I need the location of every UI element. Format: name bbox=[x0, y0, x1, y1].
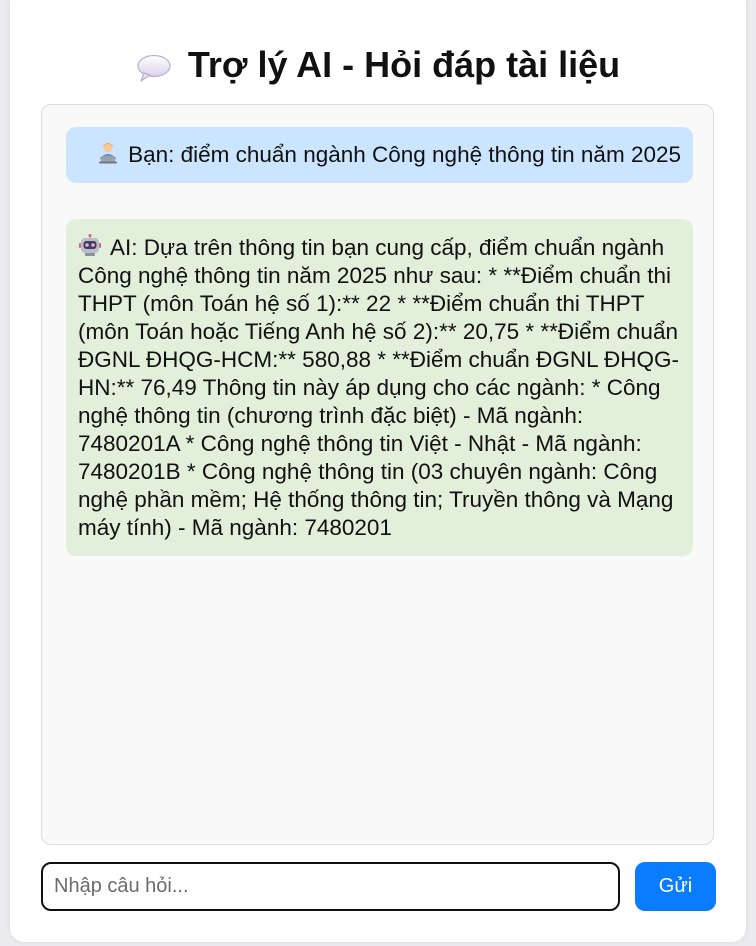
page-title-row: Trợ lý AI - Hỏi đáp tài liệu bbox=[0, 44, 756, 86]
send-button[interactable]: Gửi bbox=[635, 862, 716, 911]
person-laptop-icon bbox=[96, 141, 120, 165]
user-message: Bạn: điểm chuẩn ngành Công nghệ thông ti… bbox=[66, 127, 693, 183]
ai-message-text: AI: Dựa trên thông tin bạn cung cấp, điể… bbox=[78, 235, 679, 540]
user-message-text: Bạn: điểm chuẩn ngành Công nghệ thông ti… bbox=[128, 142, 681, 167]
robot-icon bbox=[78, 234, 102, 258]
page-title: Trợ lý AI - Hỏi đáp tài liệu bbox=[187, 44, 621, 85]
speech-bubble-icon bbox=[136, 50, 172, 82]
chat-history[interactable]: Bạn: điểm chuẩn ngành Công nghệ thông ti… bbox=[41, 104, 714, 845]
ai-message: AI: Dựa trên thông tin bạn cung cấp, điể… bbox=[66, 219, 693, 556]
question-input[interactable] bbox=[41, 862, 620, 911]
